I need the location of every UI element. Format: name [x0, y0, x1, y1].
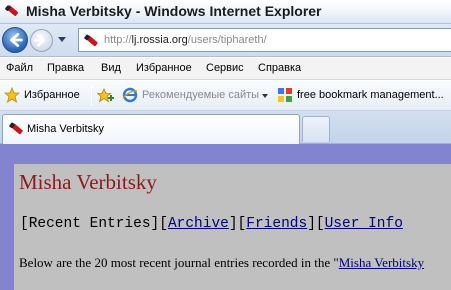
nav-separator: ][	[228, 216, 247, 232]
menu-bar: Файл Правка Вид Избранное Сервис Справка	[0, 58, 451, 80]
site-favicon-icon	[84, 34, 98, 47]
bookmark-label: free bookmark management...	[297, 89, 444, 101]
journal-nav: [Recent Entries][Archive][Friends][User …	[20, 216, 403, 232]
star-icon	[4, 87, 20, 103]
url-scheme: http://	[104, 34, 132, 46]
favorites-bar: Избранное Рекомендуемые сайты free bookm…	[0, 81, 451, 111]
menu-edit[interactable]: Правка	[47, 62, 84, 74]
navigation-bar: http://lj.rossia.org/users/tiphareth/	[0, 24, 451, 57]
add-favorite-icon[interactable]	[97, 88, 115, 104]
history-dropdown-icon[interactable]	[58, 37, 66, 42]
google-icon	[278, 88, 292, 102]
nav-separator: ][	[150, 216, 168, 232]
recommended-sites-link[interactable]: Рекомендуемые сайты	[122, 87, 268, 105]
ie-logo-icon	[122, 87, 138, 103]
recommended-sites-label: Рекомендуемые сайты	[142, 89, 260, 101]
page-viewport: Misha Verbitsky [Recent Entries][Archive…	[0, 144, 451, 290]
nav-friends-link[interactable]: Friends	[246, 216, 307, 232]
toolbar-divider	[91, 86, 92, 106]
menu-file[interactable]: Файл	[6, 62, 33, 74]
forward-button[interactable]	[30, 29, 53, 52]
nav-open-bracket: [	[20, 216, 29, 232]
arrow-right-icon	[33, 34, 45, 47]
nav-recent-entries: Recent Entries	[28, 216, 151, 232]
address-bar[interactable]: http://lj.rossia.org/users/tiphareth/	[78, 28, 451, 52]
nav-archive-link[interactable]: Archive	[168, 216, 229, 232]
url-text[interactable]: http://lj.rossia.org/users/tiphareth/	[104, 34, 267, 46]
tab-active[interactable]: Misha Verbitsky	[2, 114, 300, 144]
journal-content: Misha Verbitsky [Recent Entries][Archive…	[14, 164, 451, 290]
nav-separator: ][	[307, 216, 325, 232]
back-button[interactable]	[2, 27, 28, 53]
intro-sentence: Below are the 20 most recent journal ent…	[19, 255, 339, 270]
menu-help[interactable]: Справка	[258, 62, 301, 74]
new-tab-button[interactable]	[302, 116, 330, 142]
site-favicon-icon	[9, 122, 23, 135]
nav-userinfo-link[interactable]: User Info	[325, 216, 403, 232]
favorites-label: Избранное	[24, 89, 80, 101]
bookmark-link[interactable]: free bookmark management...	[277, 87, 449, 105]
url-domain: lj.rossia.org	[131, 34, 188, 46]
url-path: /users/tiphareth/	[187, 34, 267, 46]
tab-label: Misha Verbitsky	[27, 123, 105, 135]
menu-tools[interactable]: Сервис	[206, 62, 244, 74]
arrow-left-icon	[9, 33, 23, 47]
menu-favorites[interactable]: Избранное	[136, 62, 192, 74]
window-titlebar: Misha Verbitsky - Windows Internet Explo…	[0, 0, 451, 24]
tab-bar: Misha Verbitsky	[0, 111, 451, 144]
recommended-dropdown-icon[interactable]	[262, 94, 268, 98]
pencil-icon	[5, 5, 19, 16]
favorites-button[interactable]: Избранное	[4, 87, 84, 105]
window-title: Misha Verbitsky - Windows Internet Explo…	[26, 3, 322, 19]
page-title: Misha Verbitsky	[19, 170, 157, 194]
journal-name-link[interactable]: Misha Verbitsky	[339, 255, 424, 270]
menu-view[interactable]: Вид	[101, 62, 121, 74]
intro-text: Below are the 20 most recent journal ent…	[19, 255, 424, 271]
